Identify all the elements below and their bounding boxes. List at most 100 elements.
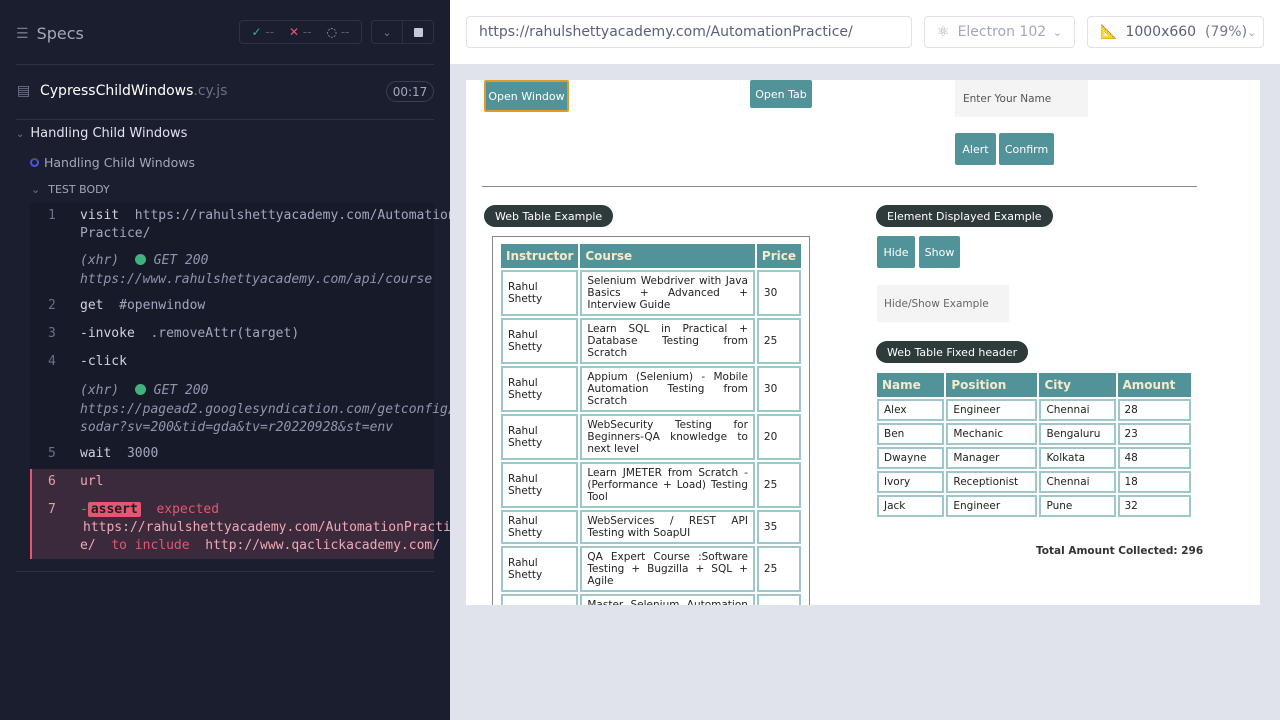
column-header: Name <box>877 373 945 397</box>
table-row: Dwayne Manager Kolkata 48 <box>877 447 1191 469</box>
people-table: Name Position City Amount Alex Engineer Chenna… <box>875 371 1193 519</box>
viewport-select[interactable]: 📐 1000x660 (79%) ⌄ <box>1087 16 1264 48</box>
chevron-down-icon: ⌄ <box>1247 25 1257 39</box>
specs-button[interactable]: ☰ Specs <box>16 24 84 43</box>
people-table-container[interactable]: Name Position City Amount Alex Engineer Chenna… <box>875 371 1193 526</box>
table-cell: 18 <box>1117 471 1191 493</box>
fixed-header-title: Web Table Fixed header <box>876 341 1029 363</box>
table-cell: Kolkata <box>1039 447 1116 469</box>
table-row: Rahul Shetty WebServices / REST API Testi… <box>501 510 801 544</box>
table-cell: Rahul Shetty <box>501 546 579 592</box>
table-cell: 20 <box>756 414 801 460</box>
table-cell: Manager <box>946 447 1038 469</box>
total-amount: Total Amount Collected: 296 <box>1036 545 1204 557</box>
table-cell: Rahul Shetty <box>501 462 579 508</box>
table-cell: Rahul Shetty <box>501 366 579 412</box>
table-cell: Rahul Shetty <box>501 270 579 316</box>
column-header: Instructor <box>501 244 579 268</box>
table-cell: Mechanic <box>946 423 1038 445</box>
table-cell: Pune <box>1039 495 1116 517</box>
table-row: Jack Engineer Pune 32 <box>877 495 1191 517</box>
table-cell: 30 <box>756 270 801 316</box>
table-row: Alex Engineer Chennai 28 <box>877 399 1191 421</box>
table-cell: Jack <box>877 495 945 517</box>
divider <box>482 186 1197 187</box>
table-row: Rahul Shetty Appium (Selenium) - Mobile A… <box>501 366 801 412</box>
chevron-down-icon: ⌄ <box>1052 25 1062 39</box>
table-cell: Engineer <box>946 399 1038 421</box>
table-cell: 48 <box>1117 447 1191 469</box>
assert-badge: assert <box>87 502 141 517</box>
spec-file-name: CypressChildWindows.cy.js <box>40 83 228 99</box>
table-cell: 30 <box>756 366 801 412</box>
table-row: RahulMaster Selenium Automation in <box>501 594 801 605</box>
open-tab-button[interactable]: Open Tab <box>750 80 812 108</box>
table-cell <box>756 594 801 605</box>
aut-panel: https://rahulshettyacademy.com/Automatio… <box>450 0 1280 720</box>
pending-icon: ◌ <box>326 25 337 39</box>
browser-select[interactable]: ⚛ Electron 102 ⌄ <box>924 16 1075 48</box>
status-dot-icon <box>134 384 146 395</box>
table-cell: 23 <box>1117 423 1191 445</box>
open-window-button[interactable]: Open Window <box>484 80 569 112</box>
table-cell: 25 <box>756 546 801 592</box>
show-button[interactable]: Show <box>919 236 960 268</box>
test-title[interactable]: Handling Child Windows <box>30 155 195 170</box>
table-row: Rahul Shetty Learn SQL in Practical + Dat… <box>501 318 801 364</box>
column-header: Position <box>946 373 1038 397</box>
column-header: Amount <box>1117 373 1191 397</box>
table-cell: Alex <box>877 399 945 421</box>
table-cell: WebServices / REST API Testing with Soap… <box>580 510 755 544</box>
test-body-toggle[interactable]: ⌄ TEST BODY <box>31 183 110 196</box>
table-cell: Ivory <box>877 471 945 493</box>
confirm-button[interactable]: Confirm <box>999 133 1054 165</box>
ruler-icon: 📐 <box>1100 24 1118 40</box>
alert-button[interactable]: Alert <box>955 133 996 165</box>
table-cell: Chennai <box>1039 399 1116 421</box>
table-cell: Rahul <box>501 594 579 605</box>
table-cell: Learn SQL in Practical + Database Testin… <box>580 318 755 364</box>
name-input[interactable]: Enter Your Name <box>955 80 1088 117</box>
command-log-panel: ☰ Specs ✓ -- ✕ -- ◌ -- ⌄ ▤ CypressChildWi… <box>0 0 459 720</box>
column-header: City <box>1039 373 1116 397</box>
table-row: Rahul Shetty WebSecurity Testing for Begi… <box>501 414 801 460</box>
table-row: Rahul Shetty Learn JMETER from Scratch - … <box>501 462 801 508</box>
chevron-down-icon: ⌄ <box>16 129 25 140</box>
table-row: Rahul Shetty Selenium Webdriver with Java… <box>501 270 801 316</box>
table-cell: WebSecurity Testing for Beginners-QA kno… <box>580 414 755 460</box>
table-row: Ivory Receptionist Chennai 18 <box>877 471 1191 493</box>
table-cell: 35 <box>756 510 801 544</box>
table-cell: Learn JMETER from Scratch - (Performance… <box>580 462 755 508</box>
command-list: 1 visit https://rahulshettyacademy.com/Au… <box>30 203 459 559</box>
hide-button[interactable]: Hide <box>877 236 915 268</box>
table-cell: Bengaluru <box>1039 423 1116 445</box>
table-cell: Ben <box>877 423 945 445</box>
courses-table-container: Instructor Course Price Rahul Shetty Seleniu… <box>492 236 810 605</box>
table-cell: Appium (Selenium) - Mobile Automation Te… <box>580 366 755 412</box>
file-icon: ▤ <box>17 83 31 99</box>
table-cell: QA Expert Course :Software Testing + Bug… <box>580 546 755 592</box>
chevron-down-icon[interactable]: ⌄ <box>372 21 403 43</box>
table-cell: Engineer <box>946 495 1038 517</box>
status-dot-icon <box>134 254 146 265</box>
column-header: Course <box>580 244 755 268</box>
failed-icon: ✕ <box>288 25 300 39</box>
table-cell: Rahul Shetty <box>501 510 579 544</box>
table-cell: 28 <box>1117 399 1191 421</box>
specs-list-icon: ☰ <box>16 25 29 42</box>
table-row: Ben Mechanic Bengaluru 23 <box>877 423 1191 445</box>
courses-table: Instructor Course Price Rahul Shetty Seleniu… <box>499 242 803 605</box>
table-cell: Rahul Shetty <box>501 318 579 364</box>
url-bar[interactable]: https://rahulshettyacademy.com/Automatio… <box>466 16 912 48</box>
element-displayed-title: Element Displayed Example <box>876 205 1053 227</box>
table-cell: 25 <box>756 318 801 364</box>
web-table-title: Web Table Example <box>484 205 614 227</box>
suite-title[interactable]: ⌄ Handling Child Windows <box>16 126 187 141</box>
table-cell: Receptionist <box>946 471 1038 493</box>
table-row: Rahul Shetty QA Expert Course :Software T… <box>501 546 801 592</box>
column-header: Price <box>756 244 801 268</box>
table-cell: 25 <box>756 462 801 508</box>
chevron-down-icon: ⌄ <box>31 183 41 196</box>
hide-show-input[interactable]: Hide/Show Example <box>877 285 1009 322</box>
stop-icon[interactable] <box>403 21 433 43</box>
